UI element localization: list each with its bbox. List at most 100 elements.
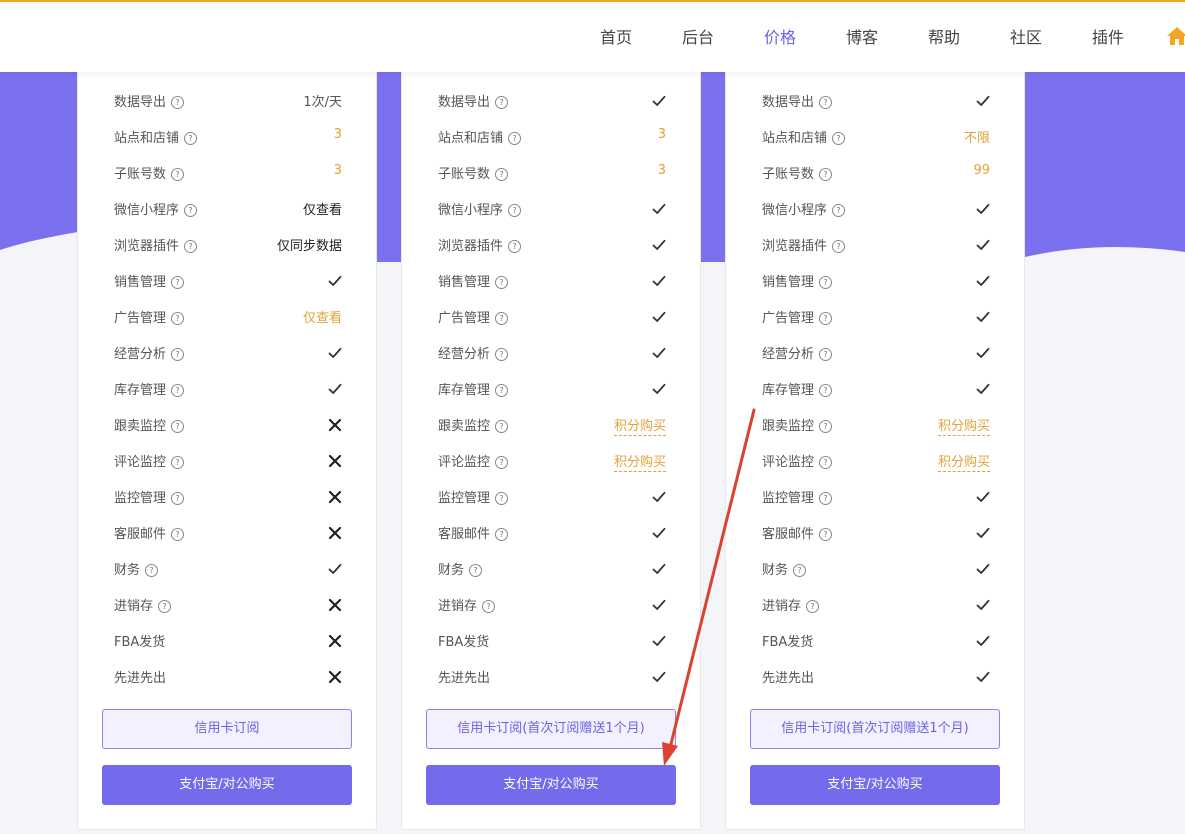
feature-label-wrap: 跟卖监控?	[114, 415, 185, 434]
question-circle-icon[interactable]: ?	[171, 420, 185, 433]
question-circle-icon[interactable]: ?	[495, 384, 509, 397]
points-purchase-link[interactable]: 积分购买	[613, 451, 666, 472]
question-circle-icon[interactable]: ?	[184, 204, 198, 217]
question-circle-icon[interactable]: ?	[171, 456, 185, 469]
question-circle-icon[interactable]: ?	[832, 204, 846, 217]
feature-label: 进销存	[762, 599, 802, 614]
points-purchase-link[interactable]: 积分购买	[937, 451, 990, 472]
feature-label-wrap: 子账号数?	[114, 163, 185, 182]
question-circle-icon[interactable]: ?	[469, 564, 483, 577]
feature-row: 微信小程序?	[438, 199, 666, 219]
feature-label-wrap: 财务?	[762, 559, 807, 578]
feature-label-wrap: 广告管理?	[114, 307, 185, 326]
feature-row: 监控管理?	[762, 487, 990, 507]
question-circle-icon[interactable]: ?	[171, 96, 185, 109]
question-circle-icon[interactable]: ?	[171, 492, 185, 505]
question-circle-icon[interactable]: ?	[171, 384, 185, 397]
question-circle-icon[interactable]: ?	[508, 204, 522, 217]
question-circle-icon[interactable]: ?	[819, 168, 833, 181]
nav-help[interactable]: 帮助	[928, 24, 960, 48]
feature-row: 财务?	[762, 559, 990, 579]
question-circle-icon[interactable]: ?	[171, 348, 185, 361]
question-circle-icon[interactable]: ?	[495, 168, 509, 181]
feature-row: 先进先出	[114, 667, 342, 687]
feature-row: 经营分析?	[114, 343, 342, 363]
question-circle-icon[interactable]: ?	[495, 348, 509, 361]
question-circle-icon[interactable]: ?	[495, 96, 509, 109]
feature-label: 子账号数	[438, 167, 491, 182]
question-circle-icon[interactable]: ?	[793, 564, 807, 577]
nav-dashboard[interactable]: 后台	[682, 24, 714, 48]
alipay-purchase-button[interactable]: 支付宝/对公购买	[102, 765, 352, 805]
question-circle-icon[interactable]: ?	[495, 420, 509, 433]
feature-row: 数据导出? 1次/天	[114, 91, 342, 111]
question-circle-icon[interactable]: ?	[819, 96, 833, 109]
question-circle-icon[interactable]: ?	[819, 420, 833, 433]
credit-card-subscribe-button[interactable]: 信用卡订阅	[102, 709, 352, 749]
question-circle-icon[interactable]: ?	[158, 600, 172, 613]
question-circle-icon[interactable]: ?	[508, 240, 522, 253]
question-circle-icon[interactable]: ?	[495, 456, 509, 469]
question-circle-icon[interactable]: ?	[145, 564, 159, 577]
nav-pricing[interactable]: 价格	[764, 24, 796, 48]
check-icon	[976, 95, 990, 107]
credit-card-subscribe-button[interactable]: 信用卡订阅(首次订阅赠送1个月)	[750, 709, 1000, 749]
points-purchase-link[interactable]: 积分购买	[613, 415, 666, 436]
question-circle-icon[interactable]: ?	[832, 132, 846, 145]
feature-label: 先进先出	[114, 671, 167, 686]
alipay-purchase-button[interactable]: 支付宝/对公购买	[750, 765, 1000, 805]
cross-icon	[328, 418, 342, 432]
feature-row: 子账号数? 99	[762, 163, 990, 183]
feature-label: FBA发货	[762, 635, 814, 650]
nav-community[interactable]: 社区	[1010, 24, 1042, 48]
question-circle-icon[interactable]: ?	[508, 132, 522, 145]
question-circle-icon[interactable]: ?	[482, 600, 496, 613]
question-circle-icon[interactable]: ?	[819, 456, 833, 469]
question-circle-icon[interactable]: ?	[495, 492, 509, 505]
question-circle-icon[interactable]: ?	[495, 312, 509, 325]
feature-value: 3	[657, 127, 666, 142]
feature-label: 浏览器插件	[114, 239, 180, 254]
check-icon	[652, 275, 666, 287]
feature-label: FBA发货	[114, 635, 166, 650]
points-purchase-link[interactable]: 积分购买	[937, 415, 990, 436]
feature-label-wrap: 库存管理?	[438, 379, 509, 398]
check-icon	[652, 671, 666, 683]
question-circle-icon[interactable]: ?	[819, 276, 833, 289]
feature-row: 广告管理? 仅查看	[114, 307, 342, 327]
nav-plugin[interactable]: 插件	[1092, 24, 1124, 48]
check-icon	[976, 599, 990, 611]
home-icon[interactable]	[1166, 26, 1185, 46]
feature-row: 客服邮件?	[438, 523, 666, 543]
cross-icon	[328, 526, 342, 540]
check-icon	[328, 563, 342, 575]
question-circle-icon[interactable]: ?	[819, 384, 833, 397]
feature-row: 评论监控?	[114, 451, 342, 471]
question-circle-icon[interactable]: ?	[819, 492, 833, 505]
question-circle-icon[interactable]: ?	[832, 240, 846, 253]
alipay-purchase-button[interactable]: 支付宝/对公购买	[426, 765, 676, 805]
question-circle-icon[interactable]: ?	[819, 528, 833, 541]
question-circle-icon[interactable]: ?	[495, 276, 509, 289]
nav-blog[interactable]: 博客	[846, 24, 878, 48]
feature-label: 子账号数	[762, 167, 815, 182]
feature-label-wrap: 监控管理?	[762, 487, 833, 506]
feature-label-wrap: 微信小程序?	[762, 199, 846, 218]
question-circle-icon[interactable]: ?	[171, 168, 185, 181]
question-circle-icon[interactable]: ?	[806, 600, 820, 613]
question-circle-icon[interactable]: ?	[184, 240, 198, 253]
question-circle-icon[interactable]: ?	[819, 348, 833, 361]
feature-label-wrap: 子账号数?	[762, 163, 833, 182]
question-circle-icon[interactable]: ?	[184, 132, 198, 145]
plan-card-standard: 数据导出? 站点和店铺? 3 子账号数? 3 微信小程序? 浏览器插件? 销售管理? 广告管理?…	[401, 72, 701, 830]
feature-label-wrap: 评论监控?	[762, 451, 833, 470]
question-circle-icon[interactable]: ?	[171, 312, 185, 325]
credit-card-subscribe-button[interactable]: 信用卡订阅(首次订阅赠送1个月)	[426, 709, 676, 749]
question-circle-icon[interactable]: ?	[171, 276, 185, 289]
feature-label-wrap: 销售管理?	[762, 271, 833, 290]
question-circle-icon[interactable]: ?	[495, 528, 509, 541]
question-circle-icon[interactable]: ?	[819, 312, 833, 325]
question-circle-icon[interactable]: ?	[171, 528, 185, 541]
feature-label: 评论监控	[114, 455, 167, 470]
nav-home[interactable]: 首页	[600, 24, 632, 48]
